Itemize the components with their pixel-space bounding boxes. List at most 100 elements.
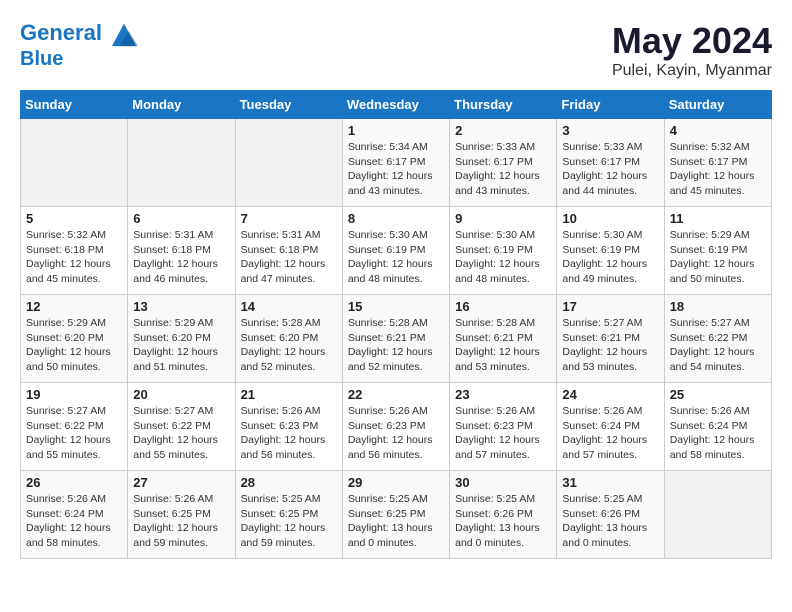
day-info: Sunrise: 5:28 AM Sunset: 6:20 PM Dayligh…	[241, 316, 337, 375]
calendar-cell: 21Sunrise: 5:26 AM Sunset: 6:23 PM Dayli…	[235, 383, 342, 471]
calendar-cell	[128, 119, 235, 207]
day-info: Sunrise: 5:29 AM Sunset: 6:20 PM Dayligh…	[133, 316, 229, 375]
day-number: 30	[455, 475, 551, 490]
day-info: Sunrise: 5:33 AM Sunset: 6:17 PM Dayligh…	[455, 140, 551, 199]
day-info: Sunrise: 5:31 AM Sunset: 6:18 PM Dayligh…	[241, 228, 337, 287]
day-number: 8	[348, 211, 444, 226]
day-number: 4	[670, 123, 766, 138]
day-number: 7	[241, 211, 337, 226]
col-header-sunday: Sunday	[21, 91, 128, 119]
calendar-header-row: SundayMondayTuesdayWednesdayThursdayFrid…	[21, 91, 772, 119]
day-number: 3	[562, 123, 658, 138]
calendar-week-row: 19 Sunrise: 5:27 AM Sunset: 6:22 PM Dayli…	[21, 383, 772, 471]
day-info: Sunrise: 5:27 AM Sunset: 6:22 PM Dayligh…	[670, 316, 766, 375]
calendar-cell: 18 Sunrise: 5:27 AM Sunset: 6:22 PM Dayli…	[664, 295, 771, 383]
day-number: 18	[670, 299, 766, 314]
calendar-cell: 4 Sunrise: 5:32 AM Sunset: 6:17 PM Daylig…	[664, 119, 771, 207]
day-number: 15	[348, 299, 444, 314]
day-number: 1	[348, 123, 444, 138]
day-info: Sunrise: 5:30 AM Sunset: 6:19 PM Dayligh…	[562, 228, 658, 287]
calendar-cell: 17Sunrise: 5:27 AM Sunset: 6:21 PM Dayli…	[557, 295, 664, 383]
day-number: 22	[348, 387, 444, 402]
calendar-cell: 7 Sunrise: 5:31 AM Sunset: 6:18 PM Daylig…	[235, 207, 342, 295]
calendar-cell: 20 Sunrise: 5:27 AM Sunset: 6:22 PM Dayli…	[128, 383, 235, 471]
calendar-cell: 22 Sunrise: 5:26 AM Sunset: 6:23 PM Dayli…	[342, 383, 449, 471]
day-number: 2	[455, 123, 551, 138]
day-info: Sunrise: 5:25 AM Sunset: 6:25 PM Dayligh…	[348, 492, 444, 551]
calendar-cell: 24Sunrise: 5:26 AM Sunset: 6:24 PM Dayli…	[557, 383, 664, 471]
calendar-table: SundayMondayTuesdayWednesdayThursdayFrid…	[20, 90, 772, 559]
day-info: Sunrise: 5:28 AM Sunset: 6:21 PM Dayligh…	[455, 316, 551, 375]
day-info: Sunrise: 5:33 AM Sunset: 6:17 PM Dayligh…	[562, 140, 658, 199]
day-info: Sunrise: 5:31 AM Sunset: 6:18 PM Dayligh…	[133, 228, 229, 287]
day-number: 19	[26, 387, 122, 402]
calendar-cell: 27 Sunrise: 5:26 AM Sunset: 6:25 PM Dayli…	[128, 471, 235, 559]
month-year: May 2024	[612, 20, 772, 62]
day-info: Sunrise: 5:26 AM Sunset: 6:23 PM Dayligh…	[241, 404, 337, 463]
page-header: General Blue May 2024 Pulei, Kayin, Myan…	[20, 20, 772, 80]
calendar-cell: 15 Sunrise: 5:28 AM Sunset: 6:21 PM Dayli…	[342, 295, 449, 383]
day-number: 29	[348, 475, 444, 490]
col-header-friday: Friday	[557, 91, 664, 119]
calendar-cell: 25 Sunrise: 5:26 AM Sunset: 6:24 PM Dayli…	[664, 383, 771, 471]
day-info: Sunrise: 5:30 AM Sunset: 6:19 PM Dayligh…	[348, 228, 444, 287]
calendar-cell: 30Sunrise: 5:25 AM Sunset: 6:26 PM Dayli…	[450, 471, 557, 559]
day-number: 9	[455, 211, 551, 226]
day-number: 20	[133, 387, 229, 402]
calendar-cell: 6 Sunrise: 5:31 AM Sunset: 6:18 PM Daylig…	[128, 207, 235, 295]
day-info: Sunrise: 5:32 AM Sunset: 6:18 PM Dayligh…	[26, 228, 122, 287]
title-block: May 2024 Pulei, Kayin, Myanmar	[612, 20, 772, 80]
calendar-cell	[664, 471, 771, 559]
calendar-cell: 10 Sunrise: 5:30 AM Sunset: 6:19 PM Dayli…	[557, 207, 664, 295]
day-info: Sunrise: 5:29 AM Sunset: 6:20 PM Dayligh…	[26, 316, 122, 375]
calendar-cell	[235, 119, 342, 207]
calendar-cell: 23 Sunrise: 5:26 AM Sunset: 6:23 PM Dayli…	[450, 383, 557, 471]
day-number: 12	[26, 299, 122, 314]
day-info: Sunrise: 5:26 AM Sunset: 6:23 PM Dayligh…	[348, 404, 444, 463]
location: Pulei, Kayin, Myanmar	[612, 62, 772, 80]
calendar-cell: 26Sunrise: 5:26 AM Sunset: 6:24 PM Dayli…	[21, 471, 128, 559]
day-number: 23	[455, 387, 551, 402]
calendar-cell: 29 Sunrise: 5:25 AM Sunset: 6:25 PM Dayli…	[342, 471, 449, 559]
day-number: 5	[26, 211, 122, 226]
calendar-cell: 2 Sunrise: 5:33 AM Sunset: 6:17 PM Daylig…	[450, 119, 557, 207]
day-info: Sunrise: 5:28 AM Sunset: 6:21 PM Dayligh…	[348, 316, 444, 375]
calendar-cell	[21, 119, 128, 207]
calendar-cell: 14 Sunrise: 5:28 AM Sunset: 6:20 PM Dayli…	[235, 295, 342, 383]
calendar-cell: 1 Sunrise: 5:34 AM Sunset: 6:17 PM Daylig…	[342, 119, 449, 207]
calendar-cell: 8 Sunrise: 5:30 AM Sunset: 6:19 PM Daylig…	[342, 207, 449, 295]
day-number: 24	[562, 387, 658, 402]
day-number: 11	[670, 211, 766, 226]
calendar-cell: 31 Sunrise: 5:25 AM Sunset: 6:26 PM Dayli…	[557, 471, 664, 559]
day-number: 13	[133, 299, 229, 314]
day-number: 27	[133, 475, 229, 490]
calendar-cell: 11 Sunrise: 5:29 AM Sunset: 6:19 PM Dayli…	[664, 207, 771, 295]
day-number: 25	[670, 387, 766, 402]
col-header-wednesday: Wednesday	[342, 91, 449, 119]
calendar-week-row: 12 Sunrise: 5:29 AM Sunset: 6:20 PM Dayli…	[21, 295, 772, 383]
day-info: Sunrise: 5:30 AM Sunset: 6:19 PM Dayligh…	[455, 228, 551, 287]
logo: General Blue	[20, 20, 138, 70]
calendar-cell: 13 Sunrise: 5:29 AM Sunset: 6:20 PM Dayli…	[128, 295, 235, 383]
calendar-cell: 28Sunrise: 5:25 AM Sunset: 6:25 PM Dayli…	[235, 471, 342, 559]
day-info: Sunrise: 5:25 AM Sunset: 6:25 PM Dayligh…	[241, 492, 337, 551]
day-info: Sunrise: 5:26 AM Sunset: 6:23 PM Dayligh…	[455, 404, 551, 463]
day-info: Sunrise: 5:26 AM Sunset: 6:25 PM Dayligh…	[133, 492, 229, 551]
calendar-week-row: 5 Sunrise: 5:32 AM Sunset: 6:18 PM Daylig…	[21, 207, 772, 295]
day-info: Sunrise: 5:25 AM Sunset: 6:26 PM Dayligh…	[562, 492, 658, 551]
day-info: Sunrise: 5:27 AM Sunset: 6:22 PM Dayligh…	[26, 404, 122, 463]
calendar-cell: 16Sunrise: 5:28 AM Sunset: 6:21 PM Dayli…	[450, 295, 557, 383]
day-number: 6	[133, 211, 229, 226]
calendar-week-row: 26Sunrise: 5:26 AM Sunset: 6:24 PM Dayli…	[21, 471, 772, 559]
day-info: Sunrise: 5:32 AM Sunset: 6:17 PM Dayligh…	[670, 140, 766, 199]
day-number: 14	[241, 299, 337, 314]
day-info: Sunrise: 5:27 AM Sunset: 6:22 PM Dayligh…	[133, 404, 229, 463]
day-number: 31	[562, 475, 658, 490]
col-header-thursday: Thursday	[450, 91, 557, 119]
day-info: Sunrise: 5:26 AM Sunset: 6:24 PM Dayligh…	[670, 404, 766, 463]
col-header-tuesday: Tuesday	[235, 91, 342, 119]
day-info: Sunrise: 5:29 AM Sunset: 6:19 PM Dayligh…	[670, 228, 766, 287]
day-info: Sunrise: 5:34 AM Sunset: 6:17 PM Dayligh…	[348, 140, 444, 199]
day-number: 10	[562, 211, 658, 226]
calendar-cell: 12 Sunrise: 5:29 AM Sunset: 6:20 PM Dayli…	[21, 295, 128, 383]
